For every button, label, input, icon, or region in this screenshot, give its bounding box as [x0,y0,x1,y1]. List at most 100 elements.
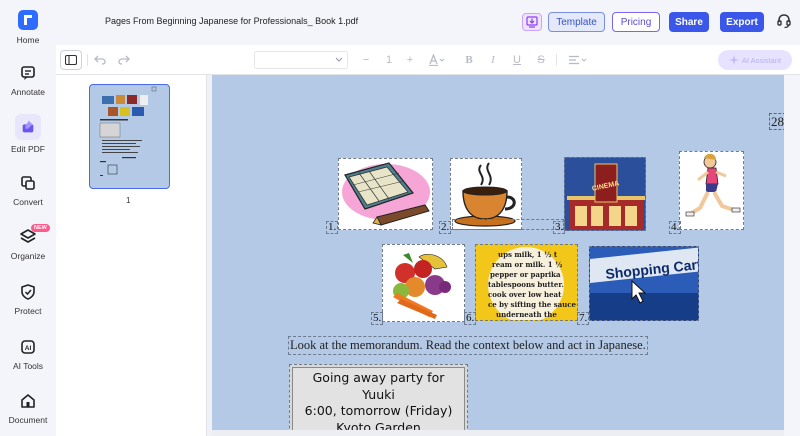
image-cinema[interactable]: CINEMA [564,157,646,231]
image-notebook[interactable] [338,158,433,230]
sidebar-item-home[interactable]: Home [0,10,56,45]
recipe-line: tablespoons butter. [488,280,564,289]
underline-button[interactable]: U [510,52,524,68]
increase-font-button[interactable]: + [404,52,416,68]
thumbnail-panel: 1 [56,75,206,436]
ai-assistant-label: AI Assistant [741,55,782,65]
sidebar-item-label: Convert [13,197,43,207]
redo-icon [118,55,130,65]
picture-label-7[interactable]: 7. [577,312,590,325]
decrease-font-button[interactable]: − [360,52,372,68]
sidebar-item-annotate[interactable]: Annotate [0,64,56,97]
page-number[interactable]: 28 [769,113,784,130]
font-color-button[interactable] [426,52,448,68]
sidebar-item-document[interactable]: Document [0,392,56,425]
align-button[interactable] [566,52,590,68]
bold-button[interactable]: B [462,52,476,68]
font-color-icon [429,54,445,66]
bold-icon: B [465,54,473,66]
sidebar-item-label: AI Tools [12,361,44,371]
undo-icon [94,55,106,65]
thumbnail-page-number: 1 [126,196,131,205]
strikethrough-button[interactable]: S [534,52,548,68]
download-button[interactable] [522,13,542,31]
document-title: Pages From Beginning Japanese for Profes… [105,16,359,26]
document-page[interactable]: 28 1. 2. CINEMA 3. 4. 5. ups milk, 1 ½ t… [212,75,784,436]
toggle-panel-button[interactable] [60,50,82,70]
share-button[interactable]: Share [669,12,709,32]
pricing-button[interactable]: Pricing [612,12,660,32]
horizontal-scrollbar[interactable] [212,430,784,436]
sidebar-item-label: Document [8,415,48,425]
picture-label-5[interactable]: 5. [371,312,384,325]
new-badge: NEW [31,224,50,232]
sidebar-panel-icon [65,55,77,65]
text-box[interactable] [452,219,564,230]
memo-content: Going away party for Yuuki 6:00, tomorro… [292,367,465,436]
sidebar-item-label: Organize [10,251,46,261]
ai-tools-icon: AI [21,340,35,354]
italic-button[interactable]: I [486,52,500,68]
page-thumbnail[interactable] [89,84,170,189]
font-family-select[interactable] [254,51,348,69]
left-sidebar: Home Annotate Edit PDF Convert NEW Organ… [0,0,56,436]
memo-line: Going away party for [312,370,445,385]
sidebar-item-label: Annotate [10,87,46,97]
picture-label-1[interactable]: 1. [326,221,339,234]
sidebar-item-ai-tools[interactable]: AI AI Tools [0,338,56,371]
convert-icon [21,176,35,190]
toolbar-divider [556,54,557,66]
shield-icon [21,284,35,300]
app-logo-icon [18,10,38,30]
picture-label-2[interactable]: 2. [439,221,452,234]
recipe-line: cook over low heat [488,290,562,299]
headset-icon[interactable] [776,13,792,29]
image-recipe[interactable]: ups milk, 1 ½ t ream or milk. 1 ½ pepper… [475,244,578,321]
sparkle-icon [728,55,739,65]
sidebar-item-protect[interactable]: Protect [0,283,56,316]
export-button[interactable]: Export [720,12,764,32]
svg-text:AI: AI [25,345,32,352]
template-button[interactable]: Template [548,12,605,32]
recipe-line: ce by sifting the sauce [488,300,577,309]
house-icon [21,394,35,408]
sidebar-item-label: Protect [14,306,42,316]
jogging-woman-picture [685,153,741,217]
align-left-icon [569,55,587,65]
instruction-text[interactable]: Look at the memorandum. Read the context… [288,336,648,355]
font-size-input[interactable]: 1 [382,52,396,68]
picture-label-6[interactable]: 6. [464,312,477,325]
chevron-down-icon [335,57,343,62]
recipe-text-picture: ups milk, 1 ½ t ream or milk. 1 ½ pepper… [476,245,577,320]
vertical-scrollbar[interactable] [784,75,800,436]
sidebar-item-edit-pdf[interactable]: Edit PDF [0,114,56,154]
memo-line: 6:00, tomorrow (Friday) [304,403,453,418]
vegetables-fruit-picture [385,253,461,319]
ai-assistant-button[interactable]: AI Assistant [718,50,792,70]
editing-toolbar: − 1 + B I U S AI Assistant [56,45,800,75]
strikethrough-icon: S [537,54,545,66]
sidebar-item-label: Home [16,35,40,45]
page-thumbnail-preview [99,86,157,176]
toolbar-divider [87,54,88,66]
shopping-cart-screen-picture: Shopping Cart [590,247,698,320]
image-runner[interactable] [679,151,744,230]
recipe-line: pepper or paprika [490,270,561,279]
image-fruit[interactable] [382,244,465,322]
plus-icon: + [406,54,414,66]
undo-button[interactable] [92,52,108,68]
download-icon [526,16,538,28]
picture-label-4[interactable]: 4. [669,221,682,234]
recipe-line: underneath the [496,310,557,319]
sidebar-item-convert[interactable]: Convert [0,174,56,207]
picture-label-3[interactable]: 3. [553,221,566,234]
sidebar-item-organize[interactable]: NEW Organize [0,224,56,261]
image-shopping-cart[interactable]: Shopping Cart [589,246,699,321]
edit-pdf-icon [22,120,34,133]
underline-icon: U [513,54,521,66]
redo-button[interactable] [116,52,132,68]
top-bar: Pages From Beginning Japanese for Profes… [56,0,800,44]
memo-box[interactable]: Going away party for Yuuki 6:00, tomorro… [289,364,468,436]
annotate-icon [21,66,35,80]
sidebar-item-label: Edit PDF [10,144,45,154]
